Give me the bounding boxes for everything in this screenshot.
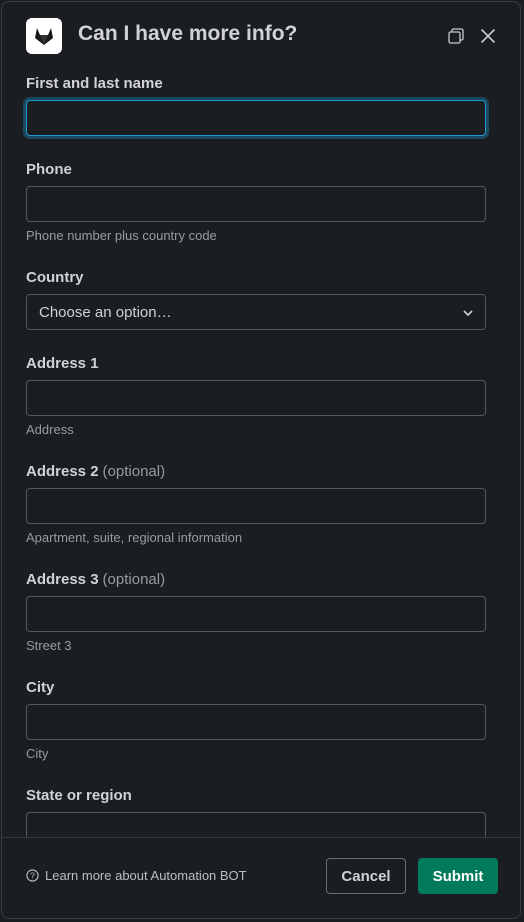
address2-label-row: Address 2 (optional) [26,462,486,482]
name-label: First and last name [26,75,163,92]
address3-field-group: Address 3 (optional) Street 3 [26,570,486,653]
learn-more-text: Learn more about Automation BOT [45,868,247,883]
city-input[interactable] [26,704,486,740]
name-field-group: First and last name [26,74,486,136]
cancel-button[interactable]: Cancel [326,858,406,894]
address3-optional: (optional) [102,571,166,588]
modal-dialog: Can I have more info? First and last nam… [1,1,521,919]
address2-input[interactable] [26,488,486,524]
address1-field-group: Address 1 Address [26,354,486,437]
city-hint: City [26,746,49,761]
country-select[interactable]: Choose an option… [26,294,486,330]
modal-header: Can I have more info? [2,2,520,72]
address1-hint: Address [26,422,74,437]
address3-label: Address 3 [26,571,99,588]
phone-input[interactable] [26,186,486,222]
address2-hint: Apartment, suite, regional information [26,530,243,545]
modal-body[interactable]: First and last name Phone Phone number p… [2,64,520,840]
phone-field-group: Phone Phone number plus country code [26,160,486,243]
chevron-down-icon [463,303,473,321]
phone-label: Phone [26,161,72,178]
city-field-group: City City [26,678,486,761]
phone-hint: Phone number plus country code [26,228,217,243]
state-input[interactable] [26,812,486,840]
close-icon[interactable] [478,26,498,46]
address2-optional: (optional) [102,463,166,480]
address3-hint: Street 3 [26,638,72,653]
popout-window-icon[interactable] [446,26,466,46]
city-label: City [26,679,55,696]
state-label: State or region [26,787,132,804]
modal-title: Can I have more info? [78,22,298,45]
country-select-value: Choose an option… [39,303,172,321]
address3-input[interactable] [26,596,486,632]
svg-text:?: ? [30,871,35,881]
modal-footer: ? Learn more about Automation BOT Cancel… [2,837,520,918]
address3-label-row: Address 3 (optional) [26,570,486,590]
name-input[interactable] [26,100,486,136]
address1-input[interactable] [26,380,486,416]
country-label: Country [26,269,84,286]
state-field-group: State or region [26,786,486,840]
address1-label: Address 1 [26,355,99,372]
country-field-group: Country Choose an option… [26,268,486,330]
help-circle-icon: ? [26,869,39,882]
submit-button[interactable]: Submit [418,858,498,894]
gitlab-fox-icon [26,18,62,54]
address2-label: Address 2 [26,463,99,480]
learn-more-link[interactable]: ? Learn more about Automation BOT [26,868,247,883]
address2-field-group: Address 2 (optional) Apartment, suite, re… [26,462,486,545]
